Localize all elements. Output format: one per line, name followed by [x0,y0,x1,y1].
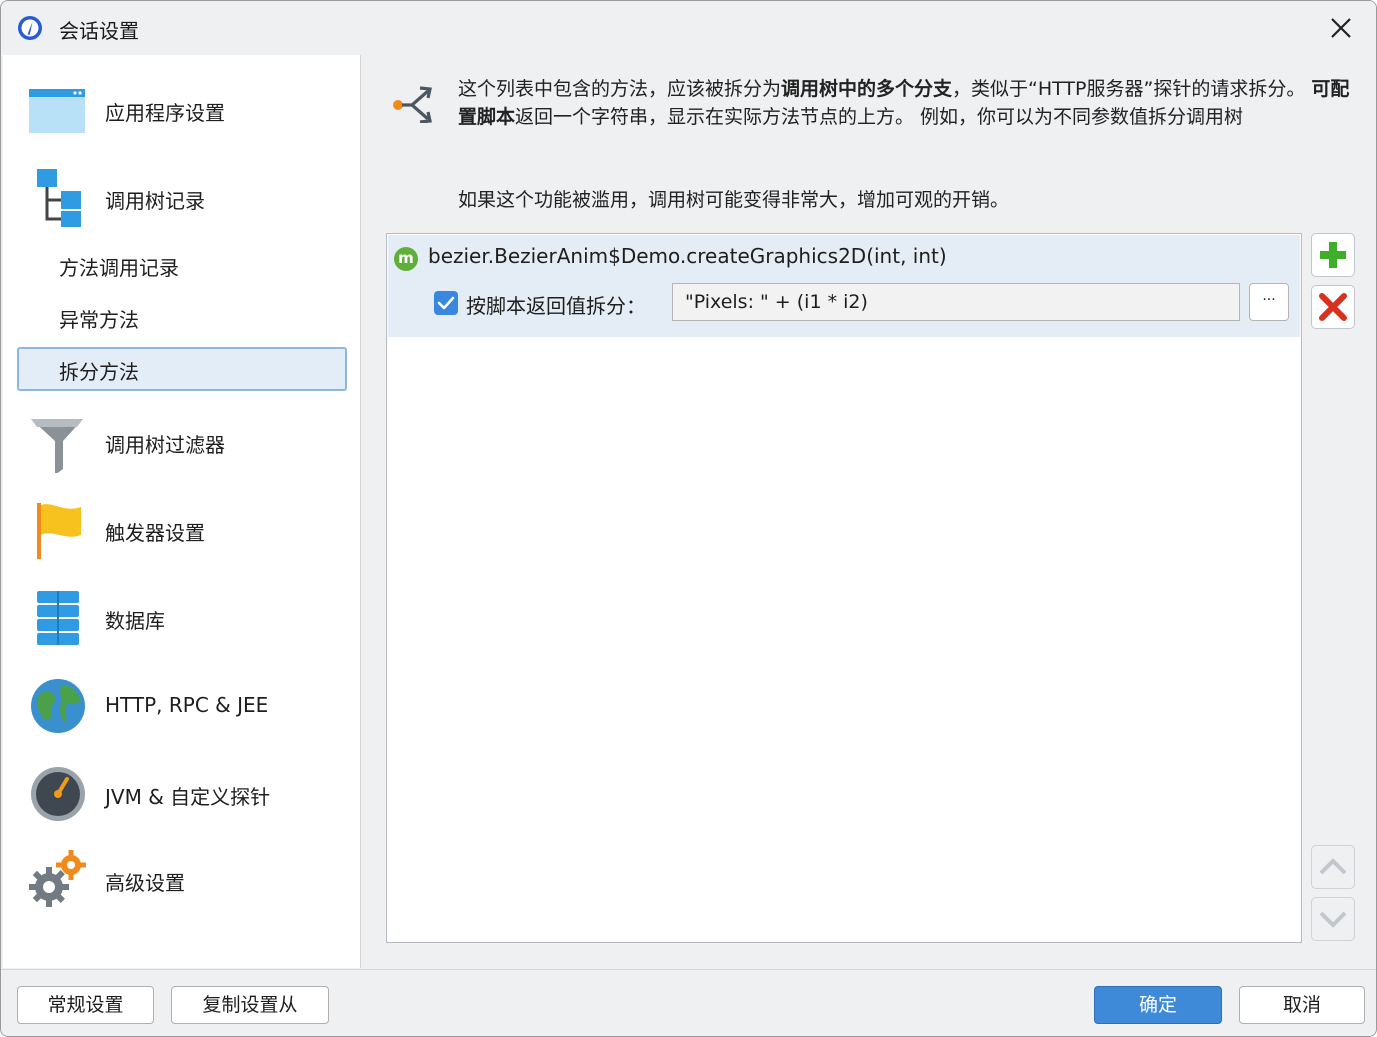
sidebar-item-call-tree-filters[interactable]: 调用树过滤器 [3,401,361,481]
sidebar-item-label: 高级设置 [105,871,185,895]
sidebar-item-advanced-settings[interactable]: 高级设置 [3,839,361,919]
globe-icon [31,679,85,733]
split-methods-list[interactable]: m bezier.BezierAnim$Demo.createGraphics2… [386,233,1302,943]
edit-script-button[interactable]: ··· [1249,283,1289,321]
delete-x-icon [1319,293,1347,321]
sidebar-item-trigger-settings[interactable]: 触发器设置 [3,489,361,569]
funnel-icon [31,419,83,473]
add-button[interactable] [1311,233,1355,277]
general-settings-button[interactable]: 常规设置 [17,986,154,1024]
cancel-button[interactable]: 取消 [1239,986,1365,1024]
dialog-button-bar: 常规设置 复制设置从 确定 取消 [1,969,1376,1036]
sidebar-subitem-exception-methods[interactable]: 异常方法 [17,295,347,339]
description-text: 这个列表中包含的方法，应该被拆分为调用树中的多个分支，类似于“HTTP服务器”探… [458,78,1350,128]
plus-icon [1320,242,1346,268]
gears-icon [29,850,86,907]
window-title: 会话设置 [59,19,139,43]
split-branch-icon [393,86,432,123]
sidebar-subitem-method-call-recording[interactable]: 方法调用记录 [17,243,347,287]
sidebar-item-database[interactable]: 数据库 [3,577,361,657]
sidebar-item-label: 应用程序设置 [105,101,225,125]
database-icon [37,591,79,645]
sidebar-item-label: 触发器设置 [105,521,205,545]
session-settings-dialog: 会话设置 应用程序设置 调用树记录 方法调用记录 异常方法 拆分方法 调用树过滤… [0,0,1377,1037]
sidebar-subitem-label: 方法调用记录 [59,256,179,280]
split-by-script-label: 按脚本返回值拆分： [466,294,646,318]
chevron-down-icon [1319,911,1347,928]
copy-settings-from-button[interactable]: 复制设置从 [171,986,329,1024]
remove-button[interactable] [1311,285,1355,329]
move-up-button[interactable] [1311,845,1355,889]
gauge-icon [31,767,85,821]
sidebar-subitem-split-methods[interactable]: 拆分方法 [17,347,347,391]
sidebar-item-label: 调用树过滤器 [105,433,225,457]
sidebar-item-call-tree-recording[interactable]: 调用树记录 [3,157,361,237]
sidebar-item-http-rpc-jee[interactable]: HTTP, RPC & JEE [3,665,361,745]
sidebar-item-label: JVM & 自定义探针 [105,785,271,809]
split-methods-panel: 这个列表中包含的方法，应该被拆分为调用树中的多个分支，类似于“HTTP服务器”探… [362,55,1376,968]
sidebar-subitem-label: 异常方法 [59,308,139,332]
move-down-button[interactable] [1311,897,1355,941]
application-settings-icon [29,89,85,133]
app-logo-icon [18,16,42,40]
flag-icon [37,503,81,559]
method-signature: bezier.BezierAnim$Demo.createGraphics2D(… [428,244,947,268]
ok-button[interactable]: 确定 [1094,986,1222,1024]
close-icon[interactable] [1324,11,1358,45]
sidebar-item-label: 调用树记录 [105,189,205,213]
sidebar-item-label: HTTP, RPC & JEE [105,693,269,717]
method-badge-icon: m [394,247,418,271]
chevron-up-icon [1319,858,1347,875]
sidebar-item-label: 数据库 [105,609,165,633]
list-item[interactable]: m bezier.BezierAnim$Demo.createGraphics2… [388,235,1300,337]
call-tree-icon [37,169,81,227]
sidebar-subitem-label: 拆分方法 [59,360,139,384]
script-field[interactable]: "Pixels: " + (i1 * i2) [672,283,1240,321]
title-bar: 会话设置 [1,1,1376,55]
sidebar-item-jvm-custom-probes[interactable]: JVM & 自定义探针 [3,753,361,833]
split-by-script-checkbox[interactable] [434,291,458,315]
settings-sidebar: 应用程序设置 调用树记录 方法调用记录 异常方法 拆分方法 调用树过滤器 触发器… [3,55,361,968]
sidebar-item-application-settings[interactable]: 应用程序设置 [3,69,361,149]
overhead-warning-text: 如果这个功能被滥用，调用树可能变得非常大，增加可观的开销。 [458,189,1010,211]
